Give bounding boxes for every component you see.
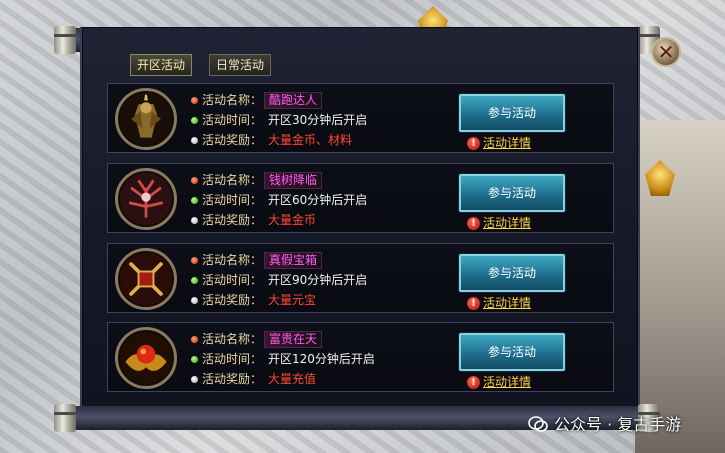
exclamation-icon: ! [467, 217, 480, 230]
white-bullet-icon [191, 217, 198, 224]
activity-details-link[interactable]: ! 活动详情 [467, 375, 531, 389]
warrior-portrait-icon [115, 88, 177, 150]
colon: ： [250, 193, 263, 207]
colon: ： [250, 332, 263, 346]
close-icon: ✕ [657, 40, 675, 64]
activity-name-row: 活动名称： 酷跑达人 [191, 91, 323, 109]
time-label: 活动时间 [202, 193, 251, 207]
time-label: 活动时间 [202, 352, 251, 366]
crossed-swords-portrait-icon [115, 248, 177, 310]
activity-reward: 大量金币 [268, 213, 317, 227]
rod-cap-left [54, 404, 76, 432]
rod-cap-left [54, 26, 76, 54]
activity-reward-row: 活动奖励： 大量金币、材料 [191, 131, 352, 149]
watermark: 公众号 · 复古手游 [528, 411, 681, 436]
colon: ： [250, 372, 263, 386]
activity-time-row: 活动时间： 开区30分钟后开启 [191, 111, 367, 129]
watermark-text: 公众号 · 复古手游 [554, 415, 682, 434]
activity-name: 富贵在天 [264, 331, 323, 348]
join-activity-button[interactable]: 参与活动 [459, 174, 565, 212]
tab-label: 开区活动 [137, 58, 186, 72]
colon: ： [250, 253, 263, 267]
colon: ： [250, 273, 263, 287]
details-label: 活动详情 [483, 216, 532, 230]
colon: ： [250, 93, 263, 107]
activity-name: 酷跑达人 [264, 92, 323, 109]
activity-card: 活动名称： 真假宝箱 活动时间： 开区90分钟后开启 活动奖励： 大量元宝 参与活动 … [107, 243, 614, 313]
activity-time-row: 活动时间： 开区120分钟后开启 [191, 350, 375, 368]
white-bullet-icon [191, 376, 198, 383]
green-bullet-icon [191, 117, 198, 124]
activity-card: 活动名称： 钱树降临 活动时间： 开区60分钟后开启 活动奖励： 大量金币 参与活动 … [107, 163, 614, 233]
colon: ： [250, 293, 263, 307]
join-activity-button[interactable]: 参与活动 [459, 254, 565, 292]
join-activity-button[interactable]: 参与活动 [459, 333, 565, 371]
details-label: 活动详情 [483, 136, 532, 150]
reward-label: 活动奖励 [202, 372, 251, 386]
colon: ： [250, 352, 263, 366]
golden-orb-portrait-icon [115, 327, 177, 389]
activity-card: 活动名称： 酷跑达人 活动时间： 开区30分钟后开启 活动奖励： 大量金币、材料 参与… [107, 83, 614, 153]
colon: ： [250, 213, 263, 227]
tab-daily-activities[interactable]: 日常活动 [209, 54, 272, 76]
green-bullet-icon [191, 277, 198, 284]
colon: ： [250, 173, 263, 187]
name-label: 活动名称 [202, 173, 251, 187]
activity-reward: 大量充值 [268, 372, 317, 386]
join-activity-button[interactable]: 参与活动 [459, 94, 565, 132]
activity-time: 开区60分钟后开启 [268, 193, 368, 207]
red-bullet-icon [191, 97, 198, 104]
activity-time-row: 活动时间： 开区60分钟后开启 [191, 191, 367, 209]
activity-name-row: 活动名称： 富贵在天 [191, 330, 323, 348]
exclamation-icon: ! [467, 297, 480, 310]
activity-reward-row: 活动奖励： 大量金币 [191, 211, 316, 229]
red-bullet-icon [191, 336, 198, 343]
white-bullet-icon [191, 137, 198, 144]
colon: ： [250, 133, 263, 147]
colon: ： [250, 113, 263, 127]
activity-details-link[interactable]: ! 活动详情 [467, 136, 531, 150]
details-label: 活动详情 [483, 296, 532, 310]
activity-reward-row: 活动奖励： 大量充值 [191, 370, 316, 388]
activity-name: 真假宝箱 [264, 252, 323, 269]
time-label: 活动时间 [202, 273, 251, 287]
activity-details-link[interactable]: ! 活动详情 [467, 216, 531, 230]
white-bullet-icon [191, 297, 198, 304]
details-label: 活动详情 [483, 375, 532, 389]
reward-label: 活动奖励 [202, 293, 251, 307]
activity-reward-row: 活动奖励： 大量元宝 [191, 291, 316, 309]
activity-time: 开区30分钟后开启 [268, 113, 368, 127]
activity-name-row: 活动名称： 真假宝箱 [191, 251, 323, 269]
green-bullet-icon [191, 356, 198, 363]
tab-label: 日常活动 [216, 58, 265, 72]
name-label: 活动名称 [202, 93, 251, 107]
red-bullet-icon [191, 257, 198, 264]
tab-opening-activities[interactable]: 开区活动 [130, 54, 193, 76]
activity-time: 开区120分钟后开启 [268, 352, 375, 366]
activity-details-link[interactable]: ! 活动详情 [467, 296, 531, 310]
activity-reward: 大量金币、材料 [268, 133, 353, 147]
activity-time: 开区90分钟后开启 [268, 273, 368, 287]
name-label: 活动名称 [202, 253, 251, 267]
thorn-tree-portrait-icon [115, 168, 177, 230]
time-label: 活动时间 [202, 113, 251, 127]
activity-time-row: 活动时间： 开区90分钟后开启 [191, 271, 367, 289]
close-button[interactable]: ✕ [651, 37, 681, 67]
activity-name: 钱树降临 [264, 172, 323, 189]
exclamation-icon: ! [467, 376, 480, 389]
activity-name-row: 活动名称： 钱树降临 [191, 171, 323, 189]
reward-label: 活动奖励 [202, 213, 251, 227]
red-bullet-icon [191, 177, 198, 184]
green-bullet-icon [191, 197, 198, 204]
activity-reward: 大量元宝 [268, 293, 317, 307]
wechat-icon [528, 415, 548, 436]
activity-card: 活动名称： 富贵在天 活动时间： 开区120分钟后开启 活动奖励： 大量充值 参与活动… [107, 322, 614, 392]
name-label: 活动名称 [202, 332, 251, 346]
reward-label: 活动奖励 [202, 133, 251, 147]
exclamation-icon: ! [467, 137, 480, 150]
